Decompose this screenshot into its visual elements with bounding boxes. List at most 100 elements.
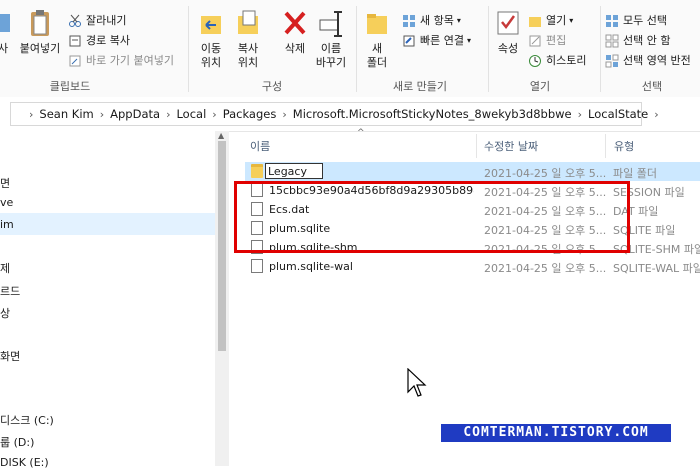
breadcrumb-packages[interactable]: Packages [223, 107, 277, 121]
nav-item[interactable]: ve [0, 196, 13, 209]
chevron-right-icon: › [166, 107, 171, 121]
edit-button[interactable]: 편집 [528, 32, 566, 50]
copy-path-icon [68, 34, 82, 48]
easy-access-button[interactable]: 빠른 연결 ▾ [402, 32, 471, 50]
column-divider[interactable] [476, 134, 477, 158]
file-date: 2021-04-25 일 오후 5... [484, 262, 607, 275]
new-folder-icon [364, 8, 390, 38]
nav-drive-d[interactable]: 룹 (D:) [0, 434, 34, 450]
cut-button[interactable]: 잘라내기 [68, 12, 126, 30]
nav-item[interactable]: 화면 [0, 348, 20, 364]
invert-selection-button[interactable]: 선택 영역 반전 [605, 52, 691, 70]
scroll-up-icon[interactable]: ▲ [218, 131, 224, 140]
chevron-down-icon: ▾ [569, 16, 574, 25]
select-none-icon [605, 34, 619, 48]
nav-item[interactable]: 상 [0, 305, 10, 321]
copy-folder-icon [235, 8, 261, 38]
nav-drive-e[interactable]: DISK (E:) [0, 456, 49, 469]
breadcrumb-localstate[interactable]: LocalState [588, 107, 648, 121]
watermark: COMTERMAN.TISTORY.COM [441, 424, 671, 442]
nav-selection-highlight [0, 213, 215, 235]
ribbon: 사 붙여넣기 잘라내기 경로 복사 바로 가기 붙여넣기 클립보드 이동 위치 … [0, 0, 700, 98]
move-to-button[interactable]: 이동 위치 [195, 8, 227, 70]
pin-icon [0, 8, 18, 38]
column-header-type[interactable]: 유형 [614, 138, 634, 154]
properties-button[interactable]: 속성 [494, 8, 522, 56]
chevron-right-icon: › [577, 107, 583, 121]
chevron-right-icon: › [654, 107, 659, 121]
properties-check-icon [495, 8, 521, 38]
file-type: 파일 폴더 [613, 167, 657, 180]
paste-button[interactable]: 붙여넣기 [18, 8, 62, 56]
delete-x-icon [282, 8, 308, 38]
nav-scrollbar[interactable]: ▲ [215, 131, 229, 466]
nav-scroll-thumb[interactable] [218, 141, 226, 351]
nav-item[interactable]: 제 [0, 260, 10, 276]
history-label: 히스토리 [546, 54, 587, 67]
file-row[interactable]: plum.sqlite-wal 2021-04-25 일 오후 5... SQL… [245, 257, 700, 276]
rename-button[interactable]: 이름 바꾸기 [314, 8, 348, 70]
select-none-button[interactable]: 선택 안 함 [605, 32, 670, 50]
address-bar: › Sean Kim › AppData › Local › Packages … [0, 97, 700, 132]
chevron-down-icon: ▾ [466, 36, 471, 45]
new-folder-button[interactable]: 새 폴더 [362, 8, 392, 70]
move-folder-icon [198, 8, 224, 38]
select-none-label: 선택 안 함 [623, 34, 671, 47]
pin-label: 사 [0, 42, 9, 55]
history-icon [528, 54, 542, 68]
select-group-label: 선택 [641, 80, 663, 93]
chevron-right-icon: › [282, 107, 287, 121]
copy-to-button[interactable]: 복사 위치 [232, 8, 264, 70]
new-folder-label: 새 폴더 [366, 42, 388, 69]
delete-button[interactable]: 삭제 [281, 8, 309, 56]
open-folder-icon [528, 14, 542, 28]
invert-selection-label: 선택 영역 반전 [623, 54, 691, 67]
paste-shortcut-button[interactable]: 바로 가기 붙여넣기 [68, 52, 174, 70]
breadcrumb-stickynotes[interactable]: Microsoft.MicrosoftStickyNotes_8wekyb3d8… [293, 107, 572, 121]
pin-quick-access-button[interactable]: 사 [0, 8, 14, 56]
breadcrumb-local[interactable]: Local [176, 107, 206, 121]
chevron-down-icon: ▾ [456, 16, 461, 25]
open-label: 열기 [546, 14, 567, 27]
nav-item[interactable]: 면 [0, 175, 10, 191]
ribbon-divider [600, 6, 601, 92]
history-button[interactable]: 히스토리 [528, 52, 586, 70]
clipboard-group-label: 클립보드 [49, 80, 91, 93]
select-all-button[interactable]: 모두 선택 [605, 12, 667, 30]
file-icon [251, 259, 263, 273]
paste-label: 붙여넣기 [19, 42, 61, 55]
organize-group-label: 구성 [261, 80, 283, 93]
properties-label: 속성 [497, 42, 519, 55]
column-header-modified[interactable]: 수정한 날짜 [484, 138, 538, 154]
nav-item-selected[interactable]: im [0, 218, 14, 231]
nav-item[interactable]: 르드 [0, 283, 20, 299]
column-divider[interactable] [605, 134, 606, 158]
new-item-button[interactable]: 새 항목 ▾ [402, 12, 461, 30]
new-group-label: 새로 만들기 [392, 80, 448, 93]
cut-label: 잘라내기 [86, 14, 127, 27]
sort-up-icon: ^ [357, 128, 365, 138]
easy-access-icon [402, 34, 416, 48]
file-date: 2021-04-25 일 오후 5... [484, 167, 607, 180]
scissors-icon [68, 14, 82, 28]
clipboard-icon [27, 8, 53, 38]
nav-drive-c[interactable]: 디스크 (C:) [0, 412, 54, 428]
new-item-label: 새 항목 [420, 14, 454, 27]
breadcrumb-appdata[interactable]: AppData [110, 107, 160, 121]
column-header-name[interactable]: 이름 [250, 138, 270, 154]
copy-path-label: 경로 복사 [86, 34, 130, 47]
file-row-legacy[interactable]: Legacy 2021-04-25 일 오후 5... 파일 폴더 [245, 162, 700, 181]
copy-path-button[interactable]: 경로 복사 [68, 32, 130, 50]
breadcrumb-user[interactable]: Sean Kim [39, 107, 93, 121]
rename-input[interactable]: Legacy [265, 163, 323, 179]
chevron-right-icon: › [29, 107, 34, 121]
navigation-pane: 면 ve im 제 르드 상 화면 디스크 (C:) 룹 (D:) DISK (… [0, 131, 229, 469]
select-all-label: 모두 선택 [623, 14, 667, 27]
folder-icon [251, 164, 263, 178]
address-box[interactable]: › Sean Kim › AppData › Local › Packages … [10, 102, 659, 126]
copy-to-label: 복사 위치 [237, 42, 259, 69]
highlight-box [234, 181, 630, 253]
select-all-icon [605, 14, 619, 28]
file-name: plum.sqlite-wal [269, 260, 353, 273]
open-button[interactable]: 열기 ▾ [528, 12, 573, 30]
